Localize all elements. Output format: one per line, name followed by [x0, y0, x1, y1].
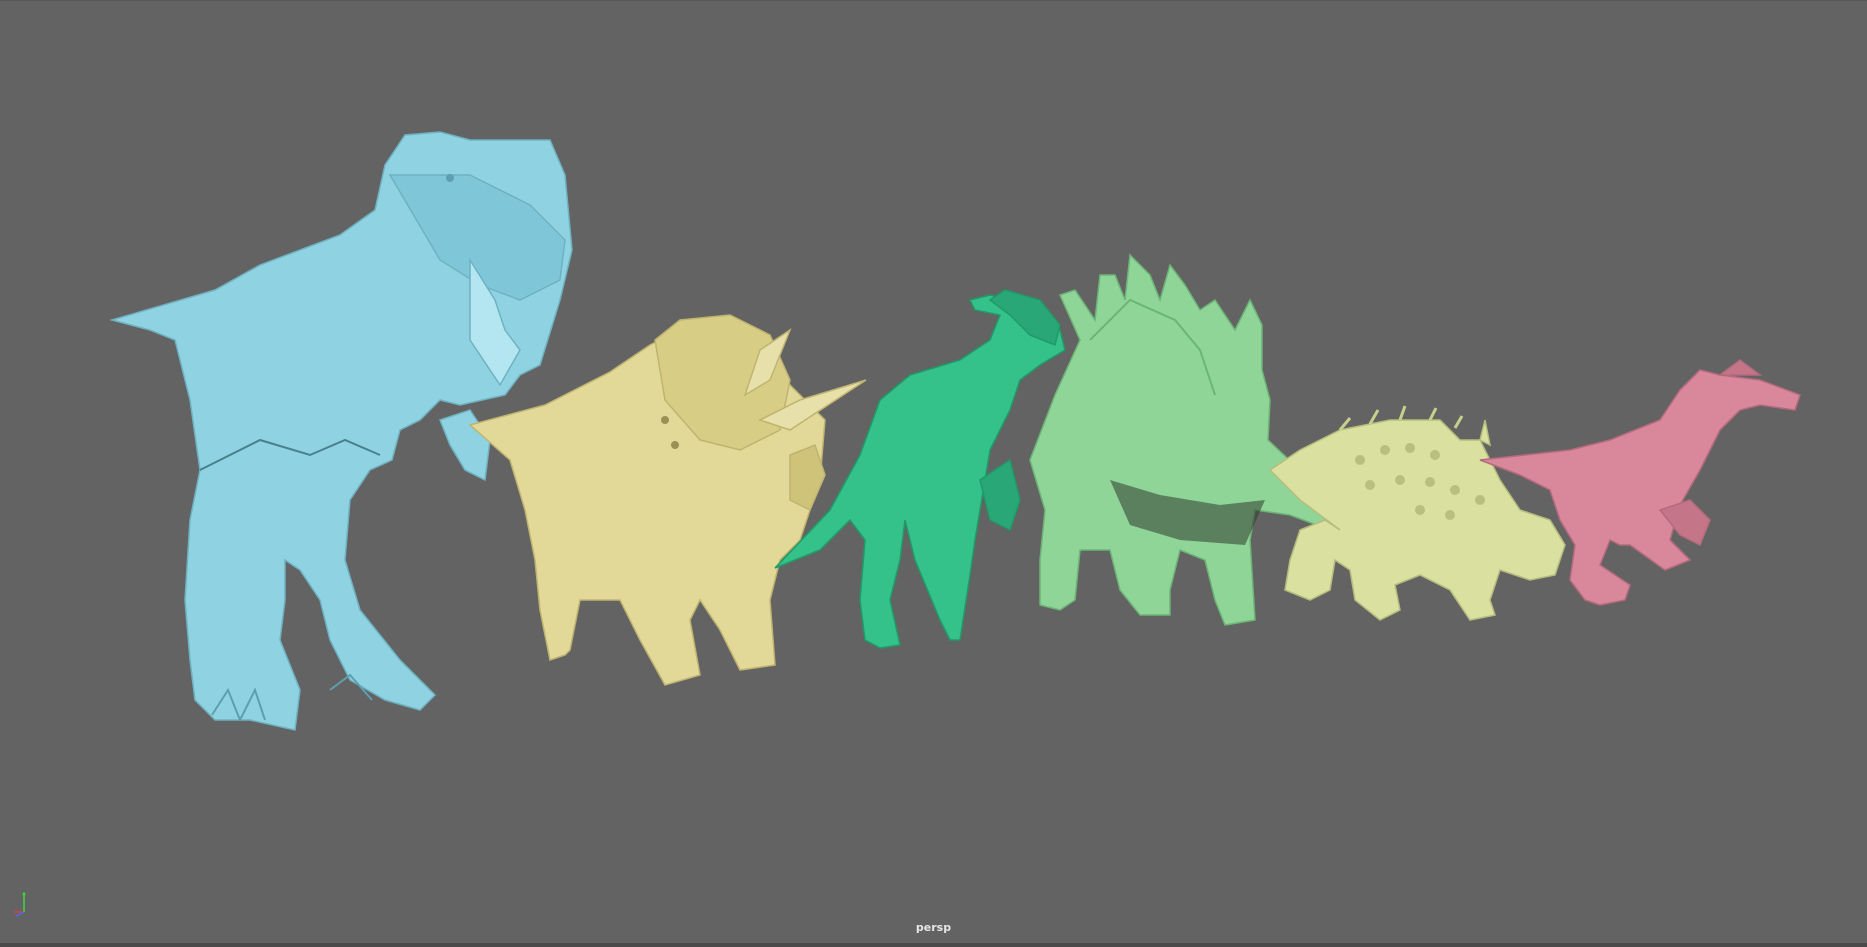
camera-name-label: persp [915, 921, 952, 934]
scene-models [109, 131, 1801, 731]
persp-viewport[interactable]: persp [0, 0, 1867, 947]
axis-gizmo-icon [14, 892, 26, 917]
